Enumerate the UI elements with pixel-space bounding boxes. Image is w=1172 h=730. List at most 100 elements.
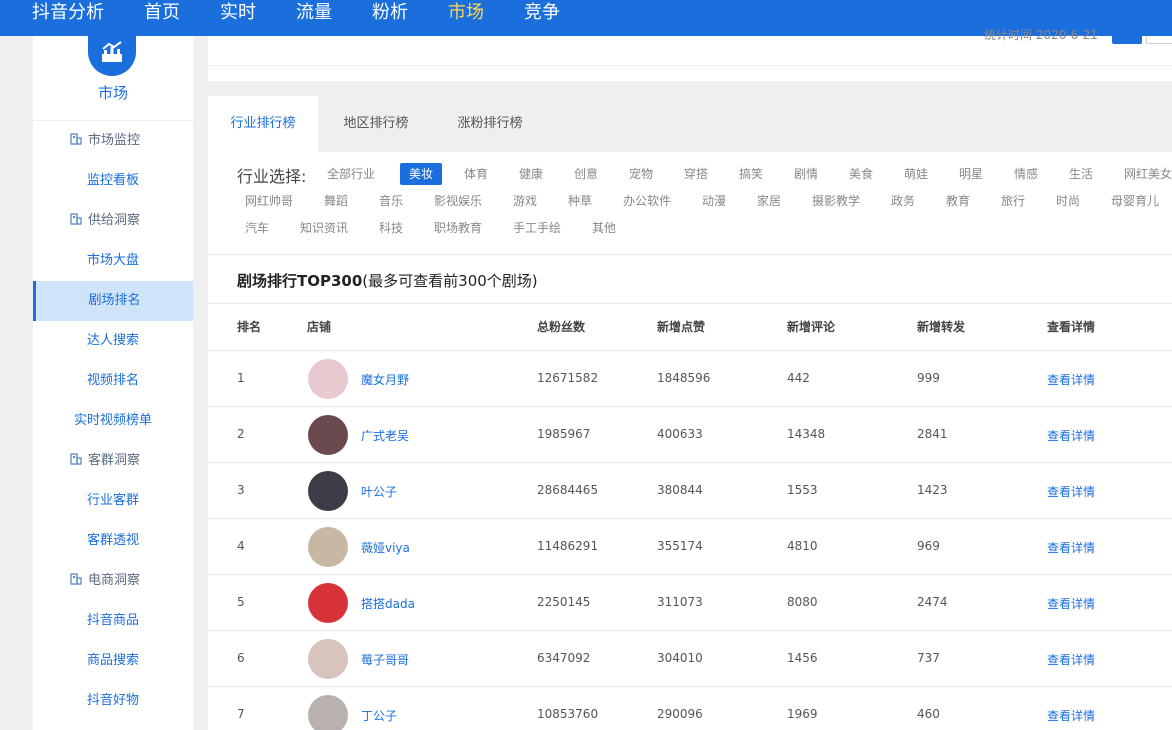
fans-cell: 12671582 [537, 371, 599, 385]
rank-cell: 2 [237, 427, 245, 441]
avatar[interactable] [308, 695, 348, 730]
industry-option[interactable]: 全部行业 [327, 163, 375, 185]
industry-option[interactable]: 健康 [519, 163, 543, 185]
detail-link[interactable]: 查看详情 [1047, 483, 1095, 500]
period-button-day[interactable] [1112, 36, 1142, 44]
building-icon [70, 213, 82, 225]
nav-item-realtime[interactable]: 实时 [220, 0, 256, 28]
shares-cell: 969 [917, 539, 940, 553]
avatar[interactable] [308, 415, 348, 455]
industry-option[interactable]: 种草 [568, 190, 592, 212]
sidebar-item-douyin-products[interactable]: 抖音商品 [33, 601, 193, 641]
industry-option[interactable]: 旅行 [1001, 190, 1025, 212]
industry-option[interactable]: 办公软件 [623, 190, 671, 212]
column-header-new-comments[interactable]: 新增评论 [787, 318, 835, 335]
shares-cell: 999 [917, 371, 940, 385]
industry-option-selected[interactable]: 美妆 [400, 163, 443, 185]
industry-option[interactable]: 游戏 [513, 190, 537, 212]
period-button-week[interactable] [1146, 36, 1172, 44]
sidebar-group-market-monitor[interactable]: 市场监控 [33, 121, 193, 161]
tab-industry-ranking[interactable]: 行业排行榜 [208, 96, 318, 152]
column-header-rank: 排名 [237, 320, 262, 334]
tab-fans-growth-ranking[interactable]: 涨粉排行榜 [434, 96, 546, 152]
industry-option[interactable]: 政务 [891, 190, 915, 212]
avatar[interactable] [308, 527, 348, 567]
sidebar-item-douyin-goods[interactable]: 抖音好物 [33, 681, 193, 721]
sidebar-item-market-overview[interactable]: 市场大盘 [33, 241, 193, 281]
detail-link[interactable]: 查看详情 [1047, 707, 1095, 724]
sidebar-item-product-search[interactable]: 商品搜索 [33, 641, 193, 681]
industry-option[interactable]: 舞蹈 [324, 190, 348, 212]
nav-item-home[interactable]: 首页 [144, 0, 180, 28]
sidebar-item-audience-insight[interactable]: 客群透视 [33, 521, 193, 561]
industry-option[interactable]: 穿搭 [684, 163, 708, 185]
shop-name-link[interactable]: 广式老吴 [361, 427, 409, 444]
industry-option[interactable]: 手工手绘 [513, 217, 561, 239]
tab-region-ranking[interactable]: 地区排行榜 [318, 96, 434, 152]
industry-option[interactable]: 职场教育 [434, 217, 482, 239]
industry-option[interactable]: 家居 [757, 190, 781, 212]
industry-option[interactable]: 体育 [464, 163, 488, 185]
column-header-total-fans[interactable]: 总粉丝数 [537, 318, 585, 335]
industry-option[interactable]: 时尚 [1056, 190, 1080, 212]
avatar[interactable] [308, 639, 348, 679]
sidebar-item-video-ranking[interactable]: 视频排名 [33, 361, 193, 401]
industry-option[interactable]: 摄影教学 [812, 190, 860, 212]
industry-option[interactable]: 剧情 [794, 163, 818, 185]
industry-option[interactable]: 网红帅哥 [245, 190, 293, 212]
industry-option[interactable]: 影视娱乐 [434, 190, 482, 212]
comments-cell: 8080 [787, 595, 818, 609]
industry-option[interactable]: 明星 [959, 163, 983, 185]
sidebar-item-theater-ranking[interactable]: 剧场排名 [33, 281, 193, 321]
avatar[interactable] [308, 359, 348, 399]
shop-name-link[interactable]: 丁公子 [361, 707, 397, 724]
nav-item-competition[interactable]: 竞争 [524, 0, 560, 28]
industry-option[interactable]: 宠物 [629, 163, 653, 185]
industry-option[interactable]: 美食 [849, 163, 873, 185]
shop-name-link[interactable]: 搭搭dada [361, 595, 415, 612]
shop-name-link[interactable]: 莓子哥哥 [361, 651, 409, 668]
detail-link[interactable]: 查看详情 [1047, 595, 1095, 612]
rank-cell: 3 [237, 483, 245, 497]
industry-option[interactable]: 情感 [1014, 163, 1038, 185]
industry-option[interactable]: 母婴育儿 [1111, 190, 1159, 212]
column-header-new-likes[interactable]: 新增点赞 [657, 318, 705, 335]
sidebar-item-realtime-video-list[interactable]: 实时视频榜单 [33, 401, 193, 441]
industry-option[interactable]: 教育 [946, 190, 970, 212]
nav-item-market[interactable]: 市场 [448, 0, 484, 28]
industry-option[interactable]: 网红美女 [1124, 163, 1172, 185]
industry-option[interactable]: 汽车 [245, 217, 269, 239]
shop-name-link[interactable]: 薇娅viya [361, 539, 410, 556]
shop-name-link[interactable]: 魔女月野 [361, 371, 409, 388]
nav-item-fans[interactable]: 粉析 [372, 0, 408, 28]
sidebar-item-influencer-search[interactable]: 达人搜索 [33, 321, 193, 361]
comments-cell: 14348 [787, 427, 826, 441]
fans-cell: 2250145 [537, 595, 591, 609]
avatar[interactable] [308, 583, 348, 623]
column-header-new-shares[interactable]: 新增转发 [917, 318, 965, 335]
sidebar-item-monitor-board[interactable]: 监控看板 [33, 161, 193, 201]
sidebar-item-industry-audience[interactable]: 行业客群 [33, 481, 193, 521]
industry-option[interactable]: 创意 [574, 163, 598, 185]
industry-option[interactable]: 搞笑 [739, 163, 763, 185]
detail-link[interactable]: 查看详情 [1047, 371, 1095, 388]
detail-link[interactable]: 查看详情 [1047, 651, 1095, 668]
industry-option[interactable]: 萌娃 [904, 163, 928, 185]
likes-cell: 380844 [657, 483, 703, 497]
shop-name-link[interactable]: 叶公子 [361, 483, 397, 500]
sidebar-group-audience[interactable]: 客群洞察 [33, 441, 193, 481]
nav-brand[interactable]: 抖音分析 [32, 0, 104, 28]
industry-option[interactable]: 科技 [379, 217, 403, 239]
detail-link[interactable]: 查看详情 [1047, 427, 1095, 444]
sidebar-group-supply[interactable]: 供给洞察 [33, 201, 193, 241]
detail-link[interactable]: 查看详情 [1047, 539, 1095, 556]
industry-option[interactable]: 知识资讯 [300, 217, 348, 239]
industry-option[interactable]: 其他 [592, 217, 616, 239]
industry-option[interactable]: 生活 [1069, 163, 1093, 185]
column-header-detail: 查看详情 [1047, 320, 1096, 334]
avatar[interactable] [308, 471, 348, 511]
industry-option[interactable]: 音乐 [379, 190, 403, 212]
industry-option[interactable]: 动漫 [702, 190, 726, 212]
sidebar-group-ecommerce[interactable]: 电商洞察 [33, 561, 193, 601]
nav-item-traffic[interactable]: 流量 [296, 0, 332, 28]
